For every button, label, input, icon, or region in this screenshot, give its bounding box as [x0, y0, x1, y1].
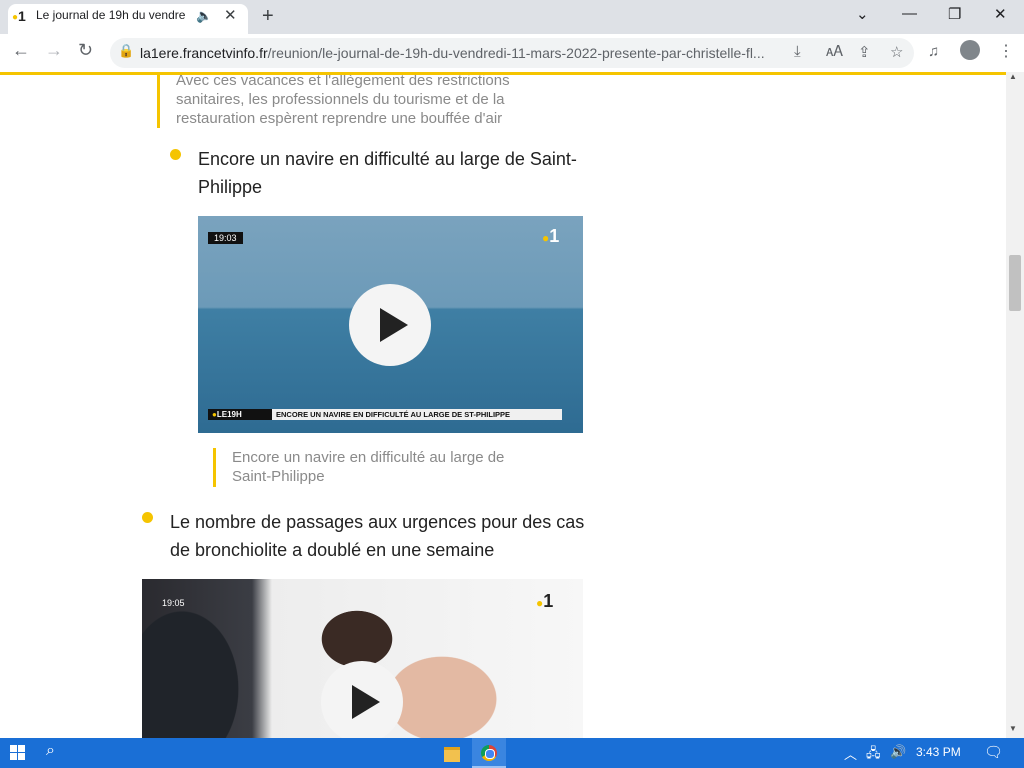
- close-window-button[interactable]: ✕: [994, 5, 1007, 23]
- scroll-up-arrow-icon[interactable]: ▲: [1009, 72, 1017, 81]
- play-icon: [352, 685, 380, 719]
- scrollbar-track[interactable]: [1006, 72, 1024, 738]
- ticker-show-label: ●LE19H: [208, 409, 272, 420]
- chevron-up-icon[interactable]: ︿: [844, 744, 857, 763]
- ticker-headline: ENCORE UN NAVIRE EN DIFFICULTÉ AU LARGE …: [272, 409, 562, 420]
- url-text[interactable]: la1ere.francetvinfo.fr/reunion/le-journa…: [140, 45, 780, 61]
- media-control-icon[interactable]: ♫: [928, 43, 939, 60]
- menu-kebab-icon[interactable]: ⋮: [998, 41, 1014, 61]
- channel-logo: ●1: [542, 226, 560, 246]
- caption-bar: [213, 448, 216, 487]
- quote-caption: Avec ces vacances et l'allègement des re…: [176, 75, 510, 127]
- bookmark-star-icon[interactable]: ☆: [890, 43, 903, 61]
- speaker-icon[interactable]: 🔈: [196, 8, 212, 24]
- video-caption-1: Encore un navire en difficulté au large …: [232, 449, 505, 485]
- network-icon[interactable]: 🖧: [866, 744, 881, 766]
- headline-item-2[interactable]: Le nombre de passages aux urgences pour …: [170, 508, 600, 564]
- video-time-tag: 19:05: [162, 598, 185, 608]
- share-icon[interactable]: ⇪: [858, 43, 871, 61]
- tab-favicon: ●1: [12, 8, 26, 24]
- play-button[interactable]: [349, 284, 431, 366]
- play-icon: [380, 308, 408, 342]
- reload-button[interactable]: ↻: [78, 40, 93, 61]
- tab-close-icon[interactable]: ✕: [224, 6, 237, 24]
- file-explorer-icon[interactable]: [436, 738, 468, 768]
- scroll-down-arrow-icon[interactable]: ▼: [1009, 724, 1017, 733]
- back-button[interactable]: ←: [12, 40, 30, 61]
- tab-search-chevron-icon[interactable]: ⌄: [856, 5, 869, 23]
- taskbar-clock[interactable]: 3:43 PM: [916, 745, 961, 759]
- search-icon[interactable]: ⌕: [46, 742, 55, 760]
- volume-icon[interactable]: 🔊: [890, 744, 906, 760]
- video-player-2[interactable]: 19:05 ●1: [142, 579, 583, 738]
- notification-icon[interactable]: 🗨: [984, 743, 1003, 761]
- translate-icon[interactable]: 🗚: [826, 43, 843, 60]
- minimize-button[interactable]: —: [902, 5, 917, 22]
- page-content: Avec ces vacances et l'allègement des re…: [0, 75, 1006, 738]
- bullet-dot: [170, 149, 181, 160]
- profile-avatar-icon[interactable]: [960, 40, 980, 60]
- tab-title[interactable]: Le journal de 19h du vendredi 11 mars 20…: [36, 8, 186, 22]
- forward-button[interactable]: →: [45, 40, 63, 61]
- quote-bar: [157, 75, 160, 128]
- video-time-tag: 19:03: [208, 232, 243, 244]
- channel-logo: ●1: [536, 591, 554, 611]
- new-tab-button[interactable]: +: [262, 5, 274, 28]
- install-app-icon[interactable]: ⤓: [794, 43, 801, 60]
- scrollbar-thumb[interactable]: [1009, 255, 1021, 311]
- play-button[interactable]: [321, 661, 403, 738]
- headline-item-1[interactable]: Encore un navire en difficulté au large …: [198, 145, 598, 201]
- restore-button[interactable]: ❐: [948, 5, 961, 23]
- windows-start-icon[interactable]: [10, 745, 26, 761]
- chrome-taskbar-icon[interactable]: [472, 738, 506, 768]
- bullet-dot: [142, 512, 153, 523]
- video-player-1[interactable]: 19:03 ●1 ●LE19H ENCORE UN NAVIRE EN DIFF…: [198, 216, 583, 433]
- lock-icon[interactable]: 🔒: [118, 43, 134, 59]
